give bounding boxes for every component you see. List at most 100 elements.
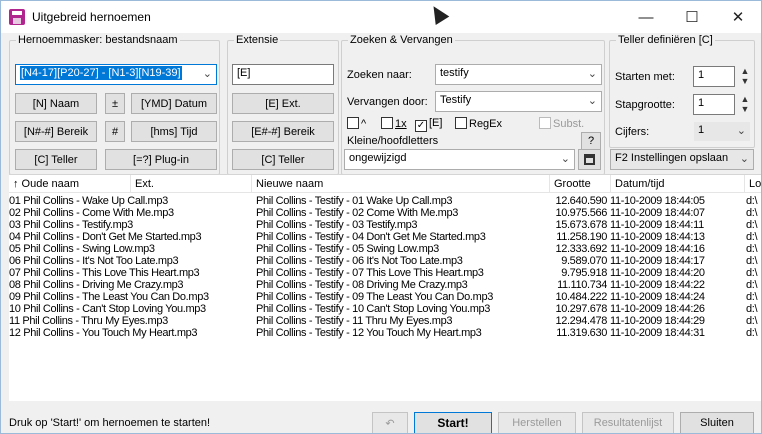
status-text: Druk op 'Start!' om hernoemen te starten… [9,417,211,429]
checkbox-icon[interactable] [381,117,393,129]
column-old-name[interactable]: ↑ Oude naam [9,175,131,193]
table-row[interactable]: 08 Phil Collins - Driving Me Crazy.mp3 Ph… [9,279,761,291]
table-row[interactable]: 04 Phil Collins - Don't Get Me Started.m… [9,231,761,243]
mask-value: [N4-17][P20-27] - [N1-3][N19-39] [20,66,182,80]
time-button[interactable]: [hms] Tijd [131,121,217,142]
plus-minus-button[interactable]: ± [105,93,125,114]
checkbox-icon[interactable] [455,117,467,129]
close-dialog-button[interactable]: Sluiten [680,412,754,433]
ext-counter-button[interactable]: [C] Teller [232,149,334,170]
table-row[interactable]: 03 Phil Collins - Testify.mp3 Phil Collin… [9,219,761,231]
undo-button[interactable]: ↶ [372,412,408,433]
hash-button[interactable]: # [105,121,125,142]
search-value: testify [440,67,469,79]
start-input[interactable]: 1 [693,66,735,87]
checkbox-icon[interactable] [347,117,359,129]
ext-range-button[interactable]: [E#-#] Bereik [232,121,334,142]
datetime-cell: 11-10-2009 18:44:11 [610,219,704,231]
extension-group-label: Extensie [234,34,281,47]
reset-button[interactable]: Herstellen [498,412,576,433]
file-list[interactable]: ↑ Oude naam Ext. Nieuwe naam Grootte Dat… [9,174,761,401]
old-name-cell: 05 Phil Collins - Swing Low.mp3 [9,243,155,255]
mask-combobox[interactable]: [N4-17][P20-27] - [N1-3][N19-39] ⌄ [15,64,217,85]
table-row[interactable]: 01 Phil Collins - Wake Up Call.mp3 Phil C… [9,195,761,207]
caret-label: ^ [361,118,367,130]
chevron-down-icon[interactable]: ⌄ [737,124,746,137]
new-name-cell: Phil Collins - Testify - 03 Testify.mp3 [256,219,418,231]
counter-button[interactable]: [C] Teller [15,149,97,170]
maximize-button[interactable]: ☐ [669,1,715,33]
case-combobox[interactable]: ongewijzigd ⌄ [344,149,575,170]
new-name-cell: Phil Collins - Testify - 10 Can't Stop L… [256,303,491,315]
table-row[interactable]: 02 Phil Collins - Come With Me.mp3 Phil C… [9,207,761,219]
extension-option[interactable]: ✓ [E] [415,117,442,132]
location-cell: d:\ [746,243,758,255]
date-button[interactable]: [YMD] Datum [131,93,217,114]
new-name-cell: Phil Collins - Testify - 08 Driving Me C… [256,279,468,291]
column-ext[interactable]: Ext. [131,175,252,193]
chevron-down-icon[interactable]: ⌄ [203,67,212,80]
old-name-cell: 04 Phil Collins - Don't Get Me Started.m… [9,231,202,243]
old-name-cell: 09 Phil Collins - The Least You Can Do.m… [9,291,209,303]
search-replace-label: Zoeken & Vervangen [348,34,455,47]
extension-input[interactable]: [E] [232,64,334,85]
column-size[interactable]: Grootte [550,175,611,193]
table-row[interactable]: 10 Phil Collins - Can't Stop Loving You.… [9,303,761,315]
save-settings-dropdown[interactable]: F2 Instellingen opslaan ⌄ [610,149,754,170]
new-name-cell: Phil Collins - Testify - 11 Thru My Eyes… [256,315,453,327]
subst-option[interactable]: Subst. [539,117,584,131]
column-datetime[interactable]: Datum/tijd [611,175,745,193]
column-new-name[interactable]: Nieuwe naam [252,175,550,193]
table-row[interactable]: 09 Phil Collins - The Least You Can Do.m… [9,291,761,303]
checkbox-icon[interactable] [539,117,551,129]
preset-button[interactable] [578,149,601,170]
step-input[interactable]: 1 [693,94,735,115]
plugin-button[interactable]: [=?] Plug-in [105,149,217,170]
search-combobox[interactable]: testify ⌄ [435,64,602,85]
ext-button[interactable]: [E] Ext. [232,93,334,114]
table-row[interactable]: 05 Phil Collins - Swing Low.mp3 Phil Coll… [9,243,761,255]
minimize-button[interactable]: — [623,1,669,33]
column-location[interactable]: Loc [745,175,761,193]
location-cell: d:\ [746,255,758,267]
regex-option[interactable]: RegEx [455,117,502,131]
extension-option-label: [E] [429,117,443,129]
caret-option[interactable]: ^ [347,117,366,131]
old-name-cell: 01 Phil Collins - Wake Up Call.mp3 [9,195,168,207]
start-spinner-icon[interactable]: ▲ ▼ [736,66,754,87]
size-cell: 10.297.678 [555,303,607,315]
size-cell: 11.258.190 [556,231,607,243]
close-button[interactable]: ✕ [715,1,761,33]
size-cell: 10.484.222 [555,291,607,303]
results-list-button[interactable]: Resultatenlijst [582,412,674,433]
old-name-cell: 08 Phil Collins - Driving Me Crazy.mp3 [9,279,184,291]
counter-group-label: Teller definiëren [C] [616,34,715,47]
chevron-down-icon[interactable]: ⌄ [588,67,597,80]
chevron-down-icon[interactable]: ⌄ [588,94,597,107]
table-row[interactable]: 12 Phil Collins - You Touch My Heart.mp3… [9,327,761,339]
chevron-down-icon[interactable]: ⌄ [561,152,570,165]
datetime-cell: 11-10-2009 18:44:05 [610,195,705,207]
case-label: Kleine/hoofdletters [347,135,439,147]
title-bar[interactable]: Uitgebreid hernoemen — ☐ ✕ [1,1,761,33]
step-spinner-icon[interactable]: ▲ ▼ [736,94,754,115]
once-option[interactable]: 1x [381,117,407,131]
file-list-header: ↑ Oude naam Ext. Nieuwe naam Grootte Dat… [9,175,761,193]
datetime-cell: 11-10-2009 18:44:07 [610,207,705,219]
table-row[interactable]: 06 Phil Collins - It's Not Too Late.mp3 P… [9,255,761,267]
range-button[interactable]: [N#-#] Bereik [15,121,97,142]
digits-combobox[interactable]: 1 ⌄ [693,121,751,142]
replace-combobox[interactable]: Testify ⌄ [435,91,602,112]
table-row[interactable]: 11 Phil Collins - Thru My Eyes.mp3 Phil C… [9,315,761,327]
regex-label: RegEx [469,118,503,130]
old-name-cell: 10 Phil Collins - Can't Stop Loving You.… [9,303,206,315]
old-name-cell: 07 Phil Collins - This Love This Heart.m… [9,267,200,279]
table-row[interactable]: 07 Phil Collins - This Love This Heart.m… [9,267,761,279]
help-button[interactable]: ? [581,132,601,150]
datetime-cell: 11-10-2009 18:44:31 [610,327,705,339]
checkmark-icon[interactable]: ✓ [415,120,427,132]
chevron-down-icon[interactable]: ⌄ [740,152,749,165]
name-button[interactable]: [N] Naam [15,93,97,114]
size-cell: 12.294.478 [555,315,607,327]
start-button[interactable]: Start! [414,412,492,433]
